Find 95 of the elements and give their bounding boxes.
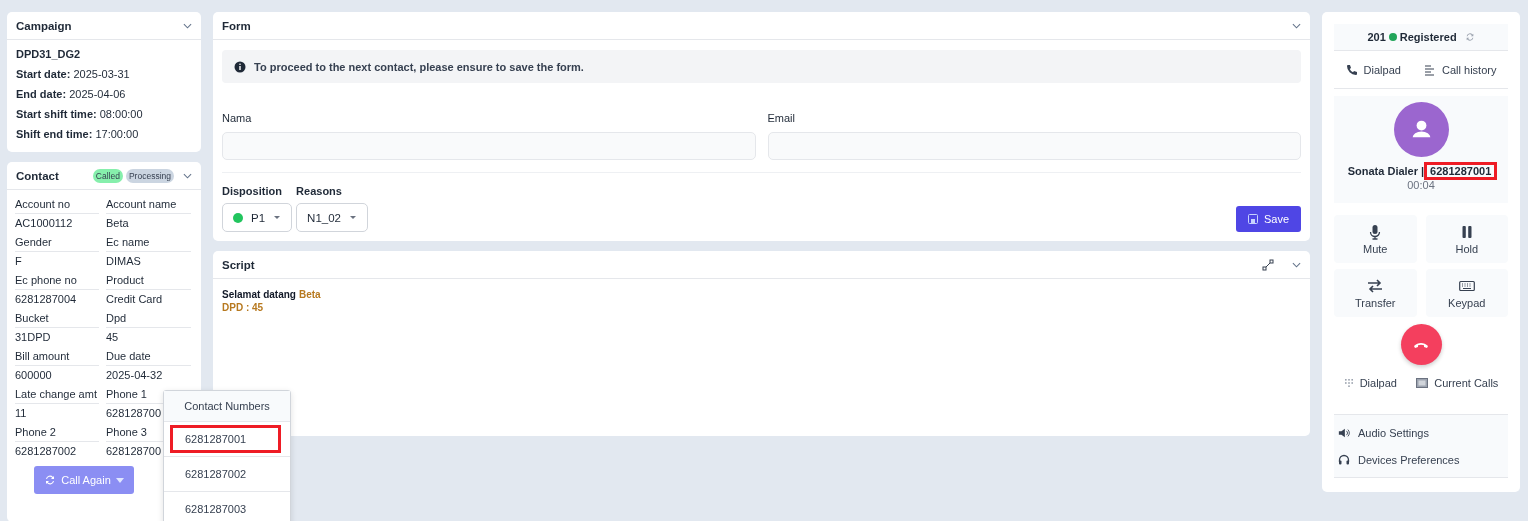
status-badge: Processing (125, 168, 174, 183)
field-label: Dpd (106, 310, 191, 328)
campaign-detail: Start shift time: 08:00:00 (16, 108, 144, 120)
refresh-icon[interactable] (1464, 32, 1475, 42)
field-value: 600000 (15, 368, 53, 382)
caller-number: 6281287001 (1427, 165, 1495, 177)
field-value: 11 (15, 406, 28, 420)
info-message: To proceed to the next contact, please ensure to save the form. (254, 60, 584, 73)
campaign-detail: End date: 2025-04-06 (16, 88, 127, 100)
caret-down-icon (115, 477, 124, 483)
current-calls-tab[interactable]: Current Calls (1416, 377, 1499, 389)
field-value: 2025-04-32 (106, 368, 164, 382)
info-icon (234, 60, 246, 73)
field-value: DIMAS (106, 254, 142, 268)
reasons-select[interactable]: N1_02 (296, 203, 368, 232)
field-label: Bucket (15, 310, 99, 328)
phone-icon (1345, 63, 1358, 76)
hold-button[interactable]: Hold (1425, 215, 1508, 263)
chevron-down-icon[interactable] (183, 172, 192, 179)
field-value: Beta (106, 216, 130, 230)
field-label: Account name (106, 196, 191, 214)
field-value: 45 (106, 330, 120, 344)
status-badge: Called (92, 168, 123, 183)
text-field[interactable] (767, 132, 1301, 160)
script-text: DPD : 45 (222, 301, 264, 314)
field-value: Credit Card (106, 292, 164, 306)
keypad-button[interactable]: Keypad (1425, 269, 1508, 317)
extension-number: 201 (1367, 31, 1386, 43)
caret-down-icon (273, 215, 282, 220)
save-button[interactable]: Save (1235, 206, 1301, 232)
card-title: Form (222, 19, 251, 32)
field-label: Reasons (296, 185, 343, 197)
window-icon (1416, 377, 1429, 389)
speaker-icon (1338, 426, 1350, 439)
field-label: Ec name (106, 234, 191, 252)
phone-number: 6281287001 (170, 425, 282, 453)
select-value: P1 (251, 211, 266, 224)
list-icon (1424, 63, 1436, 76)
script-text: Selamat datang (222, 288, 296, 301)
text-field[interactable] (222, 132, 756, 160)
field-label: Email (767, 112, 796, 124)
campaign-detail: Shift end time: 17:00:00 (16, 128, 140, 140)
separator: | (1421, 165, 1425, 177)
transfer-button[interactable]: Transfer (1334, 269, 1417, 317)
field-label: Phone 2 (15, 424, 99, 442)
disposition-select[interactable]: P1 (222, 203, 293, 232)
hang-up-button[interactable] (1400, 324, 1442, 365)
card-title: Campaign (16, 19, 72, 32)
field-label: Disposition (222, 185, 283, 197)
expand-icon[interactable] (1262, 258, 1274, 271)
call-duration: 00:04 (1407, 179, 1435, 191)
avatar-icon (1393, 102, 1449, 157)
headset-icon (1338, 453, 1350, 466)
field-label: Nama (222, 112, 253, 124)
registration-status: Registered (1399, 31, 1457, 43)
dialpad-tab[interactable]: Dialpad (1343, 377, 1397, 389)
phone-number: 6281287003 (184, 502, 248, 517)
card-title: Script (222, 258, 255, 271)
campaign-name: DPD31_DG2 (16, 48, 82, 60)
device-preferences-item[interactable]: Devices Preferences (1338, 446, 1460, 473)
field-label: Bill amount (15, 348, 99, 366)
field-value: 6281287004 (15, 292, 78, 306)
phone-number-item[interactable]: 6281287002 (164, 456, 290, 491)
field-label: Gender (15, 234, 99, 252)
caret-down-icon (348, 215, 357, 220)
phone-number-item[interactable]: 6281287001 (164, 421, 290, 456)
campaign-detail: Start date: 2025-03-31 (16, 68, 131, 80)
field-label: Due date (106, 348, 191, 366)
swap-arrows-icon (1367, 277, 1384, 294)
phone-number-item[interactable]: 6281287003 (164, 491, 290, 521)
dialpad-icon (1343, 378, 1354, 388)
menu-title: Contact Numbers (164, 391, 290, 421)
dialpad-tab[interactable]: Dialpad (1345, 63, 1401, 76)
chevron-down-icon[interactable] (183, 22, 192, 29)
field-value: 6281287002 (15, 444, 78, 458)
script-text: Beta (298, 288, 321, 301)
card-title: Contact (16, 169, 59, 182)
field-label: Late change amt (15, 386, 99, 404)
field-label: Ec phone no (15, 272, 99, 290)
phone-number: 6281287002 (184, 467, 248, 482)
field-label: Account no (15, 196, 99, 214)
chevron-down-icon[interactable] (1292, 261, 1301, 268)
mute-button[interactable]: Mute (1334, 215, 1417, 263)
field-label: Product (106, 272, 191, 290)
caller-name: Sonata Dialer (1347, 165, 1418, 177)
phone-hang-up-icon (1413, 340, 1429, 349)
field-value: 31DPD (15, 330, 52, 344)
call-history-tab[interactable]: Call history (1424, 63, 1497, 76)
refresh-icon (44, 474, 57, 486)
audio-settings-item[interactable]: Audio Settings (1338, 419, 1429, 446)
select-value: N1_02 (307, 211, 341, 224)
field-value: F (15, 254, 23, 268)
field-value: 628128700 (106, 444, 163, 458)
chevron-down-icon[interactable] (1292, 22, 1301, 29)
field-value: AC1000112 (15, 216, 74, 230)
